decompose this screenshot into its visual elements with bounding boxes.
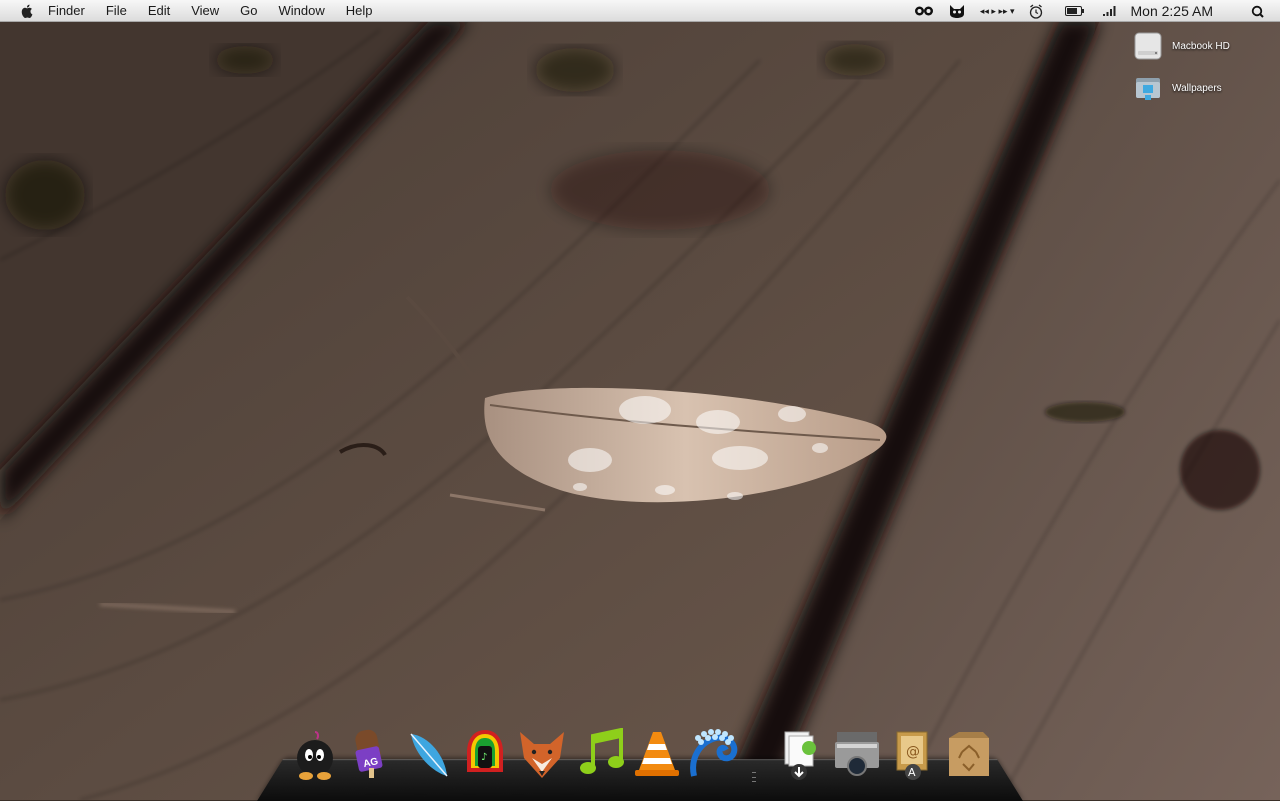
- spotlight-icon[interactable]: [1251, 5, 1264, 18]
- menu-window[interactable]: Window: [279, 3, 325, 18]
- dock-separator: [752, 772, 756, 782]
- eyes-icon[interactable]: [914, 5, 934, 17]
- battery-icon[interactable]: [1064, 6, 1085, 16]
- wifi-signal-icon[interactable]: [1102, 6, 1117, 16]
- menu-app-name[interactable]: Finder: [48, 3, 85, 18]
- printer-app-icon[interactable]: [832, 728, 882, 780]
- svg-text:@: @: [906, 744, 920, 760]
- music-note-app-icon[interactable]: [576, 728, 626, 780]
- popsicle-app-icon[interactable]: AG: [346, 728, 396, 780]
- mail-stamp-app-icon[interactable]: @ A: [888, 728, 938, 780]
- status-menus: ◂◂ ▸ ▸▸ ▾ Mon 2:25 AM: [900, 0, 1280, 22]
- music-helmet-app-icon[interactable]: ♪: [460, 728, 510, 780]
- fox-app-icon[interactable]: [516, 728, 566, 780]
- svg-text:♪: ♪: [481, 752, 487, 763]
- desktop-icon-label: Wallpapers: [1172, 82, 1222, 94]
- menu-go[interactable]: Go: [240, 3, 257, 18]
- feather-app-icon[interactable]: [402, 728, 452, 780]
- menu-view[interactable]: View: [191, 3, 219, 18]
- desktop-icon-wallpapers[interactable]: Wallpapers: [1133, 73, 1222, 103]
- wallpapers-folder-icon: [1136, 78, 1160, 100]
- hard-drive-icon: [1134, 32, 1162, 60]
- alarm-clock-icon[interactable]: [1029, 3, 1043, 19]
- trash-box-icon[interactable]: [944, 728, 994, 780]
- media-controls-icon[interactable]: ◂◂ ▸ ▸▸ ▾: [980, 6, 1015, 17]
- vlc-cone-app-icon[interactable]: [632, 728, 682, 780]
- menu-file[interactable]: File: [106, 3, 127, 18]
- svg-text:A: A: [908, 766, 916, 779]
- desktop-icon-label: Macbook HD: [1172, 40, 1230, 52]
- cat-icon[interactable]: [948, 4, 966, 18]
- desktop-icon-macbook-hd[interactable]: Macbook HD: [1133, 31, 1230, 61]
- menubar-clock[interactable]: Mon 2:25 AM: [1131, 3, 1214, 19]
- desktop-wallpaper: [0, 0, 1280, 800]
- bomb-app-icon[interactable]: [290, 728, 340, 780]
- menu-help[interactable]: Help: [346, 3, 373, 18]
- menu-edit[interactable]: Edit: [148, 3, 170, 18]
- downloads-stack-icon[interactable]: [774, 728, 824, 780]
- menu-bar: Finder File Edit View Go Window Help ◂◂ …: [0, 0, 1280, 22]
- apple-icon[interactable]: [20, 4, 34, 18]
- wave-app-icon[interactable]: [688, 728, 738, 780]
